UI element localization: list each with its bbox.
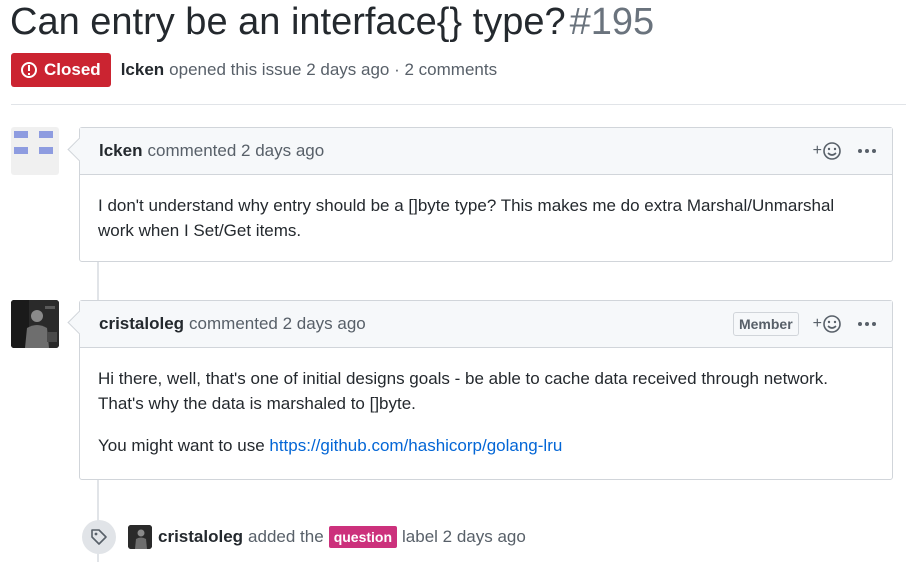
comment-body: Hi there, well, that's one of initial de… [80, 348, 892, 458]
comment-paragraph-link: You might want to use https://github.com… [98, 433, 874, 458]
comment-cristaloleg: cristaloleg commented 2 days ago Member … [79, 300, 893, 480]
issue-state-badge: Closed [11, 53, 111, 87]
event-suffix: label 2 days ago [402, 527, 526, 546]
add-reaction-icon[interactable]: + [813, 141, 842, 161]
comment-paragraph: I don't understand why entry should be a… [98, 196, 835, 240]
issue-state-label: Closed [44, 60, 101, 79]
comment-header: lcken commented 2 days ago + [80, 128, 892, 175]
add-reaction-icon[interactable]: + [813, 314, 842, 334]
comment-author[interactable]: lcken [99, 141, 142, 161]
comment-lcken: lcken commented 2 days ago + I don't und… [79, 127, 893, 262]
avatar-lcken[interactable] [11, 127, 59, 175]
event-actor[interactable]: cristaloleg [158, 527, 243, 547]
golang-lru-link[interactable]: https://github.com/hashicorp/golang-lru [269, 436, 562, 455]
avatar-cristaloleg[interactable] [11, 300, 59, 348]
comment-actions: + [813, 128, 878, 174]
comment-actions: Member + [732, 301, 878, 347]
link-prefix: You might want to use [98, 436, 270, 455]
comment-timestamp[interactable]: commented 2 days ago [189, 314, 366, 334]
kebab-horizontal-icon[interactable] [856, 145, 878, 157]
event-action: added the [248, 527, 324, 546]
member-badge: Member [732, 312, 799, 336]
question-label[interactable]: question [328, 526, 398, 548]
issue-opened-text: opened this issue 2 days ago · 2 comment… [169, 60, 498, 79]
comment-header: cristaloleg commented 2 days ago Member … [80, 301, 892, 348]
issue-author[interactable]: lcken [121, 60, 164, 80]
label-event: cristaloleg added the question label 2 d… [82, 519, 526, 555]
issue-closed-icon [21, 62, 37, 78]
event-actor-avatar[interactable] [128, 525, 152, 549]
comment-author[interactable]: cristaloleg [99, 314, 184, 334]
kebab-horizontal-icon[interactable] [856, 318, 878, 330]
issue-meta: Closed lcken opened this issue 2 days ag… [11, 53, 497, 87]
issue-number: #195 [569, 1, 655, 43]
comment-paragraph: Hi there, well, that's one of initial de… [98, 369, 828, 413]
header-divider [11, 104, 906, 105]
comment-body: I don't understand why entry should be a… [80, 175, 892, 243]
tag-icon [82, 520, 116, 554]
issue-title-text: Can entry be an interface{} type? [10, 1, 566, 43]
comment-timestamp[interactable]: commented 2 days ago [147, 141, 324, 161]
issue-title: Can entry be an interface{} type? #195 [10, 0, 654, 44]
